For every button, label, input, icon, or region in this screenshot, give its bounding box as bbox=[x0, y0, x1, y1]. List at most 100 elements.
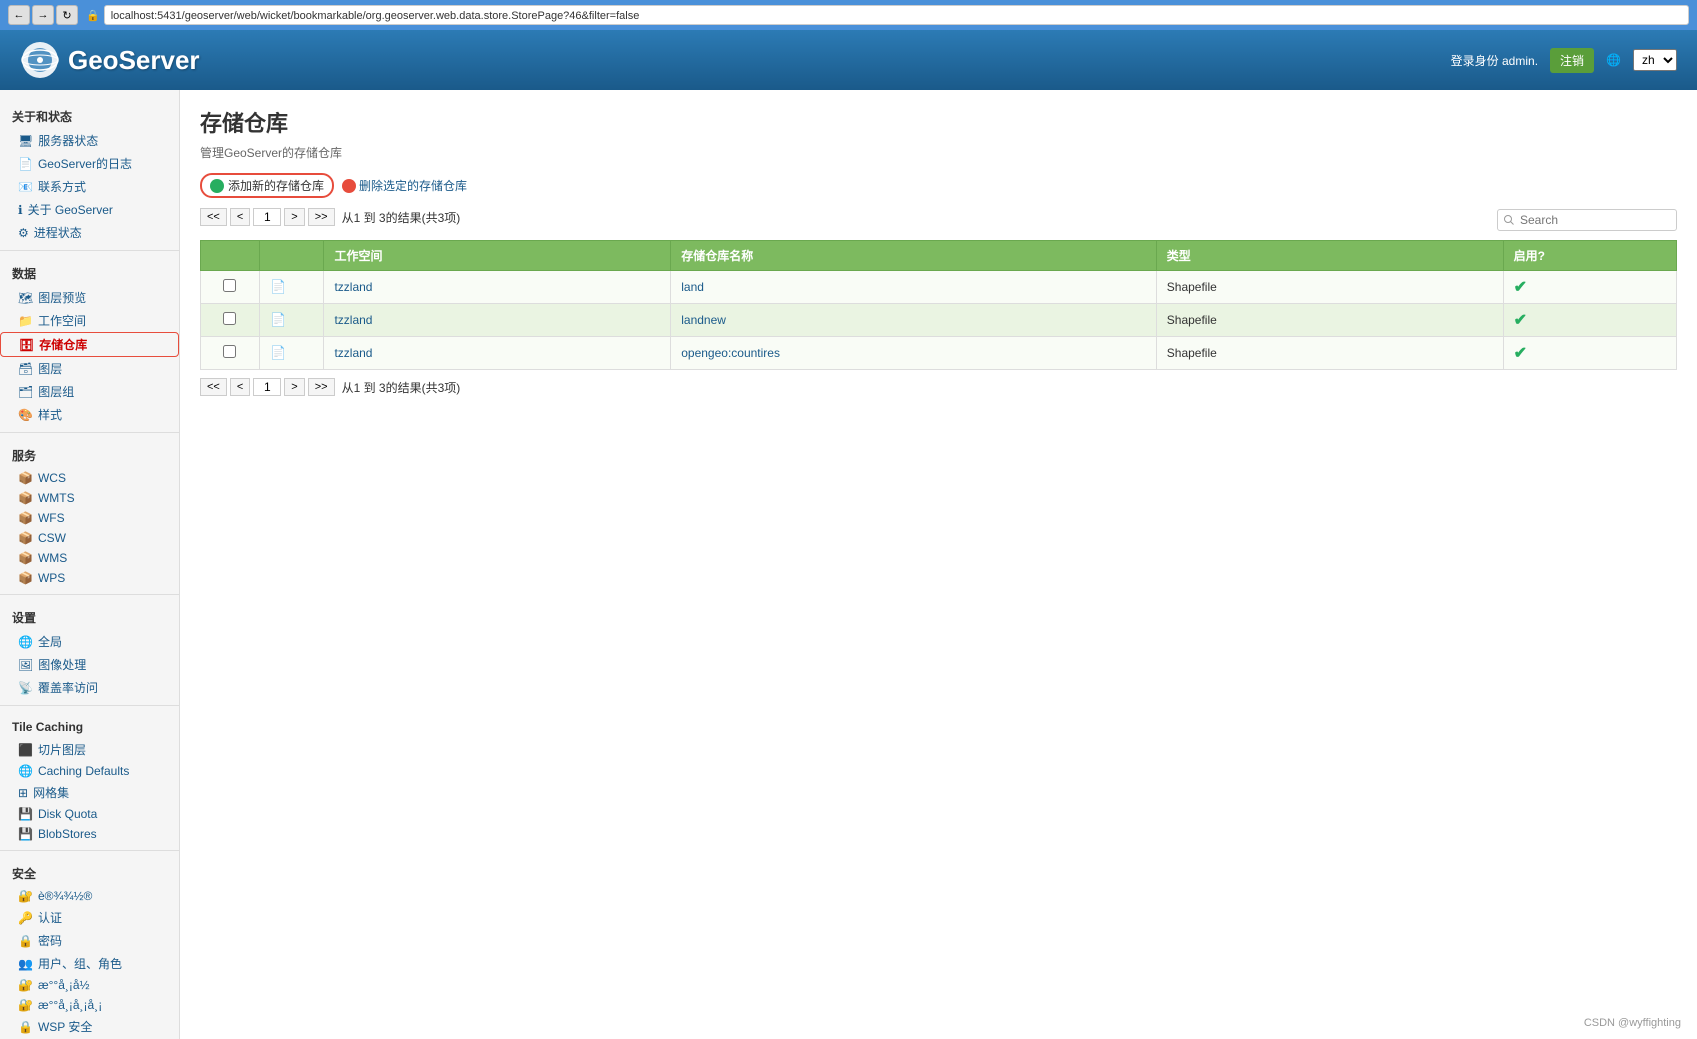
col-header-type[interactable]: 类型 bbox=[1156, 241, 1503, 271]
sidebar-item-disk-quota[interactable]: 💾 Disk Quota bbox=[0, 804, 179, 824]
sidebar-item-global[interactable]: 🌐 全局 bbox=[0, 630, 179, 653]
sidebar-section-tile-caching: Tile Caching bbox=[0, 712, 179, 738]
sidebar-item-auth[interactable]: 🔑 认证 bbox=[0, 906, 179, 929]
sidebar-item-wfs[interactable]: 📦 WFS bbox=[0, 508, 179, 528]
sidebar-section-settings: 设置 bbox=[0, 601, 179, 630]
col-header-workspace[interactable]: 工作空间 bbox=[324, 241, 671, 271]
page-number-input-top[interactable] bbox=[253, 208, 281, 226]
global-icon: 🌐 bbox=[18, 635, 33, 649]
row3-storename-link[interactable]: opengeo:countires bbox=[681, 346, 780, 360]
sidebar-item-layer[interactable]: 🗃 图层 bbox=[0, 357, 179, 380]
back-btn[interactable]: ← bbox=[8, 5, 30, 25]
wfs-icon: 📦 bbox=[18, 511, 33, 525]
security-settings-icon: 🔐 bbox=[18, 889, 33, 903]
language-select[interactable]: zh en bbox=[1633, 49, 1677, 71]
row3-checkbox[interactable] bbox=[223, 345, 236, 358]
prev-page-btn-bottom[interactable]: < bbox=[230, 378, 250, 396]
col-header-icon bbox=[259, 241, 323, 271]
sidebar-item-users-groups-roles[interactable]: 👥 用户、组、角色 bbox=[0, 952, 179, 975]
sidebar-section-service: 服务 bbox=[0, 439, 179, 468]
sidebar-item-layer-group[interactable]: 🗂 图层组 bbox=[0, 380, 179, 403]
sidebar-item-security-settings[interactable]: 🔐 è®¾¾½® bbox=[0, 886, 179, 906]
delete-store-label: 删除选定的存储仓库 bbox=[359, 177, 467, 194]
reload-btn[interactable]: ↻ bbox=[56, 5, 78, 25]
page-info-bottom: 从1 到 3的结果(共3项) bbox=[342, 379, 461, 396]
row1-checkbox[interactable] bbox=[223, 279, 236, 292]
sidebar-item-csw[interactable]: 📦 CSW bbox=[0, 528, 179, 548]
users-icon: 👥 bbox=[18, 957, 33, 971]
last-page-btn-bottom[interactable]: >> bbox=[308, 378, 335, 396]
sidebar-item-coverage-access[interactable]: 📡 覆盖率访问 bbox=[0, 676, 179, 699]
footer-credit: CSDN @wyffighting bbox=[1584, 1017, 1681, 1029]
csw-icon: 📦 bbox=[18, 531, 33, 545]
sidebar-item-wms[interactable]: 📦 WMS bbox=[0, 548, 179, 568]
sidebar-item-server-status[interactable]: 🖥 服务器状态 bbox=[0, 129, 179, 152]
sidebar-item-caching-defaults[interactable]: 🌐 Caching Defaults bbox=[0, 761, 179, 781]
next-page-btn-bottom[interactable]: > bbox=[284, 378, 304, 396]
sidebar-item-wmts[interactable]: 📦 WMTS bbox=[0, 488, 179, 508]
row3-store-icon: 📄 bbox=[270, 345, 286, 360]
sidebar-item-style[interactable]: 🎨 样式 bbox=[0, 403, 179, 426]
search-area bbox=[1497, 209, 1677, 231]
sidebar-item-passwd[interactable]: 🔒 密码 bbox=[0, 929, 179, 952]
sidebar-item-image-processing[interactable]: 🖼 图像处理 bbox=[0, 653, 179, 676]
page-number-input-bottom[interactable] bbox=[253, 378, 281, 396]
sidebar-item-wsp-security[interactable]: 🔒 WSP 安全 bbox=[0, 1015, 179, 1038]
log-icon: 📄 bbox=[18, 157, 33, 171]
sidebar-item-wps[interactable]: 📦 WPS bbox=[0, 568, 179, 588]
row1-storename-link[interactable]: land bbox=[681, 280, 704, 294]
security2-icon: 🔐 bbox=[18, 978, 33, 992]
row2-workspace-link[interactable]: tzzland bbox=[334, 313, 372, 327]
row1-checkbox-cell bbox=[201, 271, 260, 304]
sidebar-item-layer-preview[interactable]: 🗺 图层预览 bbox=[0, 286, 179, 309]
last-page-btn-top[interactable]: >> bbox=[308, 208, 335, 226]
row1-icon-cell: 📄 bbox=[259, 271, 323, 304]
sidebar-item-wcs[interactable]: 📦 WCS bbox=[0, 468, 179, 488]
row3-checkbox-cell bbox=[201, 337, 260, 370]
add-store-button[interactable]: 添加新的存储仓库 bbox=[200, 173, 334, 198]
row2-enabled-icon: ✔ bbox=[1514, 312, 1527, 329]
disk-quota-icon: 💾 bbox=[18, 807, 33, 821]
first-page-btn-top[interactable]: << bbox=[200, 208, 227, 226]
sidebar-item-workspace[interactable]: 📁 工作空间 bbox=[0, 309, 179, 332]
first-page-btn-bottom[interactable]: << bbox=[200, 378, 227, 396]
search-input[interactable] bbox=[1497, 209, 1677, 231]
stores-table: 工作空间 存储仓库名称 类型 启用? 📄 tzzland bbox=[200, 240, 1677, 370]
row3-enabled: ✔ bbox=[1503, 337, 1676, 370]
logout-button[interactable]: 注销 bbox=[1550, 48, 1594, 73]
contact-icon: 📧 bbox=[18, 180, 33, 194]
url-bar[interactable]: localhost:5431/geoserver/web/wicket/book… bbox=[104, 5, 1689, 25]
browser-nav-bar: ← → ↻ 🔒 localhost:5431/geoserver/web/wic… bbox=[0, 0, 1697, 30]
sidebar-item-tile-layers[interactable]: ⬛ 切片图层 bbox=[0, 738, 179, 761]
forward-btn[interactable]: → bbox=[32, 5, 54, 25]
sidebar-section-about: 关于和状态 bbox=[0, 100, 179, 129]
sidebar-item-security3[interactable]: 🔐 æ°°å¸¡å¸¡å¸¡ bbox=[0, 995, 179, 1015]
col-header-enabled[interactable]: 启用? bbox=[1503, 241, 1676, 271]
globe-icon: 🌐 bbox=[1606, 53, 1621, 67]
coverage-access-icon: 📡 bbox=[18, 681, 33, 695]
app-header: GeoServer 登录身份 admin. 注销 🌐 zh en bbox=[0, 30, 1697, 90]
sidebar: 关于和状态 🖥 服务器状态 📄 GeoServer的日志 📧 联系方式 ℹ 关于… bbox=[0, 90, 180, 1039]
delete-store-button[interactable]: 删除选定的存储仓库 bbox=[342, 177, 467, 194]
secure-icon: 🔒 bbox=[86, 9, 100, 22]
sidebar-item-store[interactable]: 🗄 存储仓库 bbox=[0, 332, 179, 357]
sidebar-item-contact[interactable]: 📧 联系方式 bbox=[0, 175, 179, 198]
row2-icon-cell: 📄 bbox=[259, 304, 323, 337]
row3-workspace-link[interactable]: tzzland bbox=[334, 346, 372, 360]
prev-page-btn-top[interactable]: < bbox=[230, 208, 250, 226]
workspace-icon: 📁 bbox=[18, 314, 33, 328]
security3-icon: 🔐 bbox=[18, 998, 33, 1012]
sidebar-item-geoserver-log[interactable]: 📄 GeoServer的日志 bbox=[0, 152, 179, 175]
server-status-icon: 🖥 bbox=[18, 134, 33, 148]
next-page-btn-top[interactable]: > bbox=[284, 208, 304, 226]
col-header-storename[interactable]: 存储仓库名称 bbox=[671, 241, 1157, 271]
row2-checkbox[interactable] bbox=[223, 312, 236, 325]
table-row: 📄 tzzland land Shapefile ✔ bbox=[201, 271, 1677, 304]
row2-storename-link[interactable]: landnew bbox=[681, 313, 726, 327]
sidebar-item-gridsets[interactable]: ⊞ 网格集 bbox=[0, 781, 179, 804]
sidebar-item-process[interactable]: ⚙ 进程状态 bbox=[0, 221, 179, 244]
sidebar-item-blob-stores[interactable]: 💾 BlobStores bbox=[0, 824, 179, 844]
sidebar-item-about[interactable]: ℹ 关于 GeoServer bbox=[0, 198, 179, 221]
sidebar-item-security2[interactable]: 🔐 æ°°å¸¡å½ bbox=[0, 975, 179, 995]
row1-workspace-link[interactable]: tzzland bbox=[334, 280, 372, 294]
